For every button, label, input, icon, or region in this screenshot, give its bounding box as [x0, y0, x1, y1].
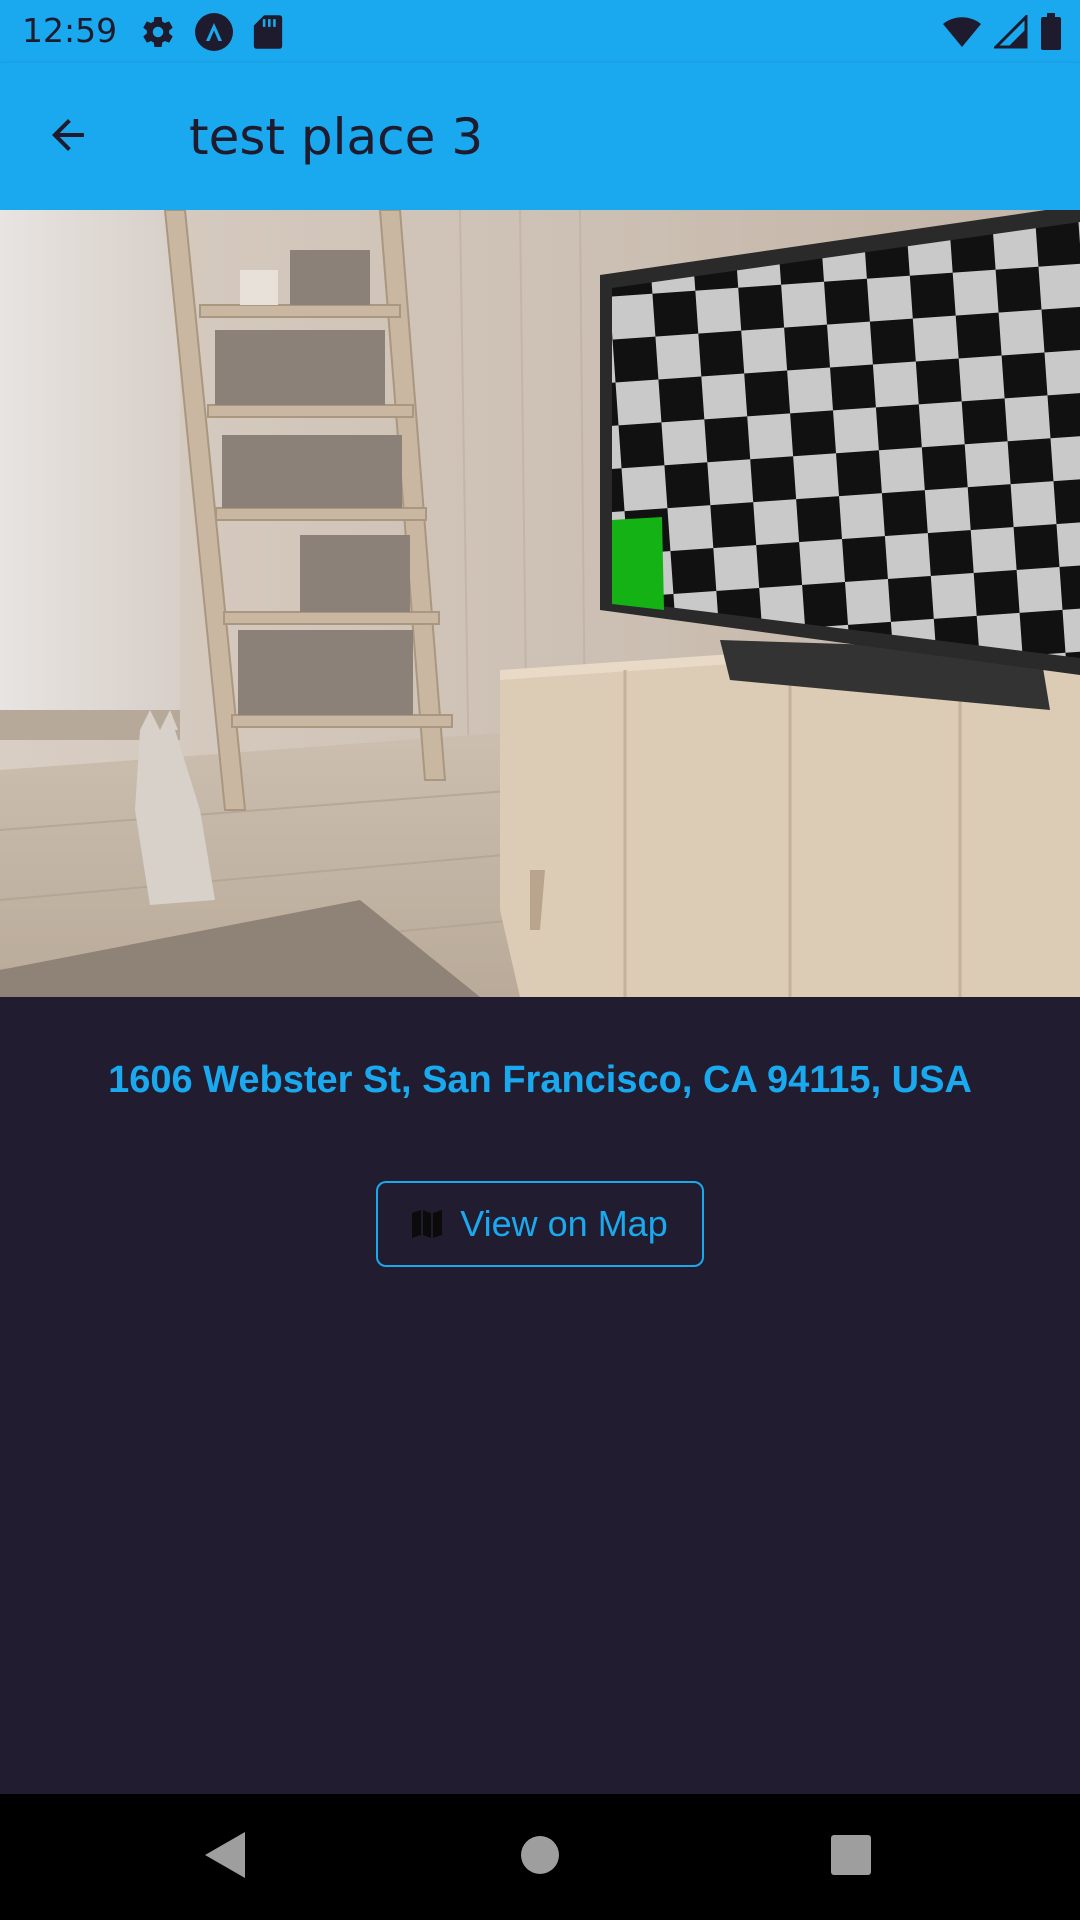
app-bar: test place 3 — [0, 63, 1080, 210]
nav-home-button[interactable] — [510, 1827, 570, 1887]
cell-signal-icon — [994, 15, 1028, 49]
view-on-map-label: View on Map — [460, 1203, 668, 1244]
status-time: 12:59 — [22, 11, 118, 50]
page-title: test place 3 — [189, 108, 484, 166]
battery-icon — [1040, 13, 1062, 51]
system-nav-bar — [0, 1794, 1080, 1920]
sd-card-icon — [252, 14, 284, 50]
back-button[interactable] — [40, 109, 96, 165]
home-circle-icon — [520, 1835, 560, 1879]
arrow-left-icon — [44, 111, 92, 163]
status-bar: 12:59 — [0, 0, 1080, 63]
app-a-icon — [194, 12, 234, 52]
place-address: 1606 Webster St, San Francisco, CA 94115… — [108, 1059, 972, 1101]
status-right-icons — [942, 12, 1062, 52]
back-triangle-icon — [205, 1832, 247, 1882]
nav-recents-button[interactable] — [821, 1827, 881, 1887]
place-photo — [0, 210, 1080, 997]
nav-back-button[interactable] — [196, 1827, 256, 1887]
recents-square-icon — [831, 1835, 871, 1879]
map-icon — [412, 1210, 443, 1238]
wifi-icon — [942, 15, 982, 49]
view-on-map-button[interactable]: View on Map — [376, 1181, 704, 1267]
settings-icon — [140, 14, 176, 50]
status-left-icons — [140, 12, 284, 52]
